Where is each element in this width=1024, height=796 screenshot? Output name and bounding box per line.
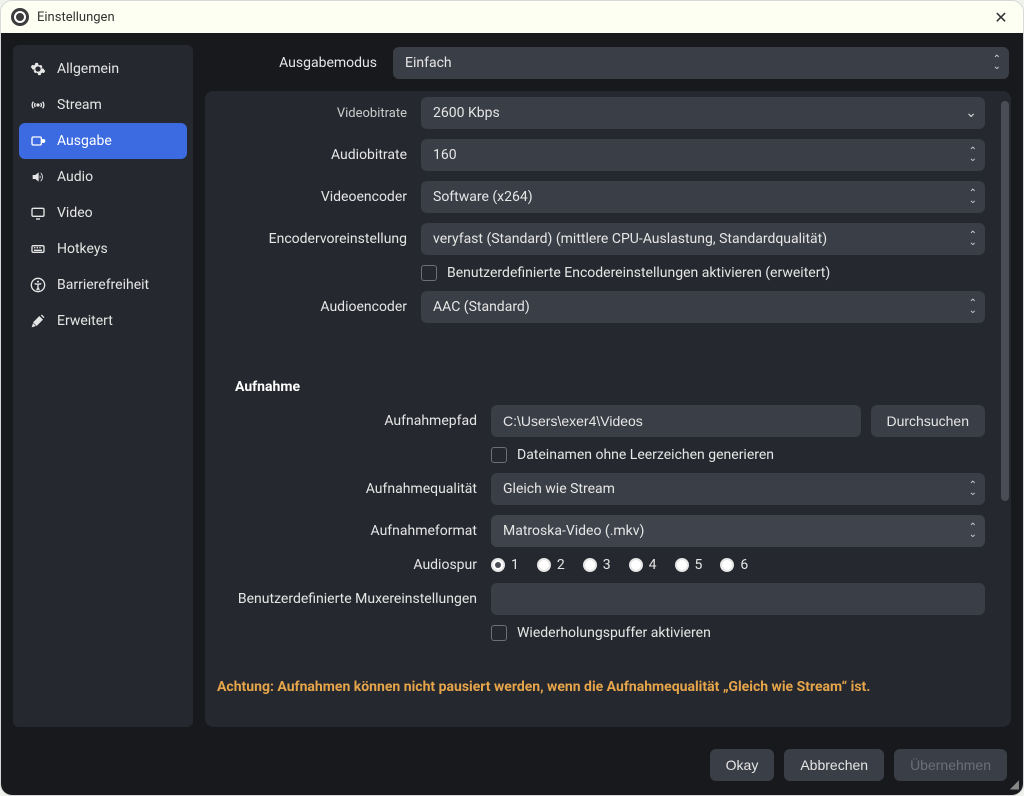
sidebar-item-label: Ausgabe: [57, 133, 112, 149]
audio-bitrate-select[interactable]: 160: [421, 139, 985, 171]
audio-bitrate-label: Audiobitrate: [231, 147, 411, 163]
sidebar-item-label: Barrierefreiheit: [57, 277, 149, 293]
audio-track-2[interactable]: 2: [537, 557, 565, 573]
recording-format-select[interactable]: Matroska-Video (.mkv): [491, 515, 985, 547]
sidebar-item-label: Erweitert: [57, 313, 113, 329]
audio-track-label: Audiospur: [231, 557, 481, 573]
no-spaces-label: Dateinamen ohne Leerzeichen generieren: [517, 447, 774, 463]
output-mode-label: Ausgabemodus: [207, 55, 383, 71]
browse-button[interactable]: Durchsuchen: [871, 405, 986, 437]
titlebar: Einstellungen ✕: [1, 1, 1023, 33]
tools-icon: [29, 312, 47, 330]
monitor-icon: [29, 204, 47, 222]
main-area: Ausgabemodus Einfach Videobitrate 2600 K…: [205, 45, 1011, 727]
close-button[interactable]: ✕: [989, 5, 1013, 29]
ok-button[interactable]: Okay: [710, 749, 775, 781]
sidebar-item-label: Allgemein: [57, 61, 119, 77]
custom-encoder-checkbox[interactable]: [421, 265, 437, 281]
accessibility-icon: [29, 276, 47, 294]
output-mode-select[interactable]: Einfach: [393, 47, 1009, 79]
sidebar-item-output[interactable]: Ausgabe: [19, 123, 187, 159]
scrollbar-thumb[interactable]: [1001, 101, 1009, 501]
video-bitrate-label: Videobitrate: [231, 106, 411, 121]
sidebar-item-accessibility[interactable]: Barrierefreiheit: [19, 267, 187, 303]
sidebar-item-advanced[interactable]: Erweitert: [19, 303, 187, 339]
audio-encoder-label: Audioencoder: [231, 299, 411, 315]
apply-button[interactable]: Übernehmen: [894, 749, 1007, 781]
output-icon: [29, 132, 47, 150]
keyboard-icon: [29, 240, 47, 258]
encoder-preset-select[interactable]: veryfast (Standard) (mittlere CPU-Auslas…: [421, 223, 985, 255]
recording-format-label: Aufnahmeformat: [231, 523, 481, 539]
muxer-input[interactable]: [491, 583, 985, 615]
custom-encoder-label: Benutzerdefinierte Encodereinstellungen …: [447, 265, 830, 281]
speaker-icon: [29, 168, 47, 186]
chevron-updown-icon: [969, 148, 977, 162]
sidebar-item-audio[interactable]: Audio: [19, 159, 187, 195]
antenna-icon: [29, 96, 47, 114]
sidebar: Allgemein Stream Ausgabe Audio Video Hot…: [13, 45, 193, 727]
muxer-label: Benutzerdefinierte Muxereinstellungen: [231, 591, 481, 607]
dialog-footer: Okay Abbrechen Übernehmen ◢: [1, 739, 1023, 795]
recording-quality-label: Aufnahmequalität: [231, 481, 481, 497]
chevron-updown-icon: [969, 300, 977, 314]
recording-section-title: Aufnahme: [235, 379, 985, 395]
warning-text: Achtung: Aufnahmen können nicht pausiert…: [217, 679, 999, 695]
video-bitrate-field[interactable]: 2600 Kbps: [421, 97, 985, 129]
sidebar-item-stream[interactable]: Stream: [19, 87, 187, 123]
video-encoder-select[interactable]: Software (x264): [421, 181, 985, 213]
chevron-updown-icon: [993, 56, 1001, 70]
replay-buffer-checkbox[interactable]: [491, 625, 507, 641]
obs-logo-icon: [11, 8, 29, 26]
audio-track-3[interactable]: 3: [583, 557, 611, 573]
resize-grip-icon[interactable]: ◢: [1010, 777, 1019, 791]
window-body: Allgemein Stream Ausgabe Audio Video Hot…: [1, 33, 1023, 739]
cancel-button[interactable]: Abbrechen: [784, 749, 884, 781]
recording-group: Aufnahme Aufnahmepfad Durchsuchen Datein…: [217, 353, 999, 657]
audio-track-radios: 1 2 3 4 5 6: [491, 557, 748, 573]
audio-encoder-select[interactable]: AAC (Standard): [421, 291, 985, 323]
window-title: Einstellungen: [37, 10, 989, 25]
audio-track-4[interactable]: 4: [629, 557, 657, 573]
audio-track-1[interactable]: 1: [491, 557, 519, 573]
chevron-updown-icon: [969, 482, 977, 496]
replay-buffer-label: Wiederholungspuffer aktivieren: [517, 625, 711, 641]
chevron-updown-icon: [969, 190, 977, 204]
gear-icon: [29, 60, 47, 78]
scrollbar[interactable]: [1001, 101, 1009, 717]
chevron-updown-icon: [969, 524, 977, 538]
chevron-down-icon: [965, 105, 977, 121]
streaming-group: Videobitrate 2600 Kbps Audiobitrate 160: [217, 91, 999, 339]
sidebar-item-label: Stream: [57, 97, 102, 113]
recording-path-label: Aufnahmepfad: [231, 413, 481, 429]
sidebar-item-general[interactable]: Allgemein: [19, 51, 187, 87]
sidebar-item-hotkeys[interactable]: Hotkeys: [19, 231, 187, 267]
audio-track-5[interactable]: 5: [675, 557, 703, 573]
audio-track-6[interactable]: 6: [720, 557, 748, 573]
sidebar-item-label: Hotkeys: [57, 241, 108, 257]
settings-panel: Videobitrate 2600 Kbps Audiobitrate 160: [205, 91, 1011, 727]
chevron-updown-icon: [969, 232, 977, 246]
encoder-preset-label: Encodervoreinstellung: [231, 231, 411, 247]
sidebar-item-video[interactable]: Video: [19, 195, 187, 231]
video-encoder-label: Videoencoder: [231, 189, 411, 205]
sidebar-item-label: Video: [57, 205, 93, 221]
recording-quality-select[interactable]: Gleich wie Stream: [491, 473, 985, 505]
recording-path-input[interactable]: [491, 405, 861, 437]
output-mode-row: Ausgabemodus Einfach: [205, 45, 1011, 79]
settings-window: Einstellungen ✕ Allgemein Stream Ausgabe…: [0, 0, 1024, 796]
sidebar-item-label: Audio: [57, 169, 93, 185]
no-spaces-checkbox[interactable]: [491, 447, 507, 463]
